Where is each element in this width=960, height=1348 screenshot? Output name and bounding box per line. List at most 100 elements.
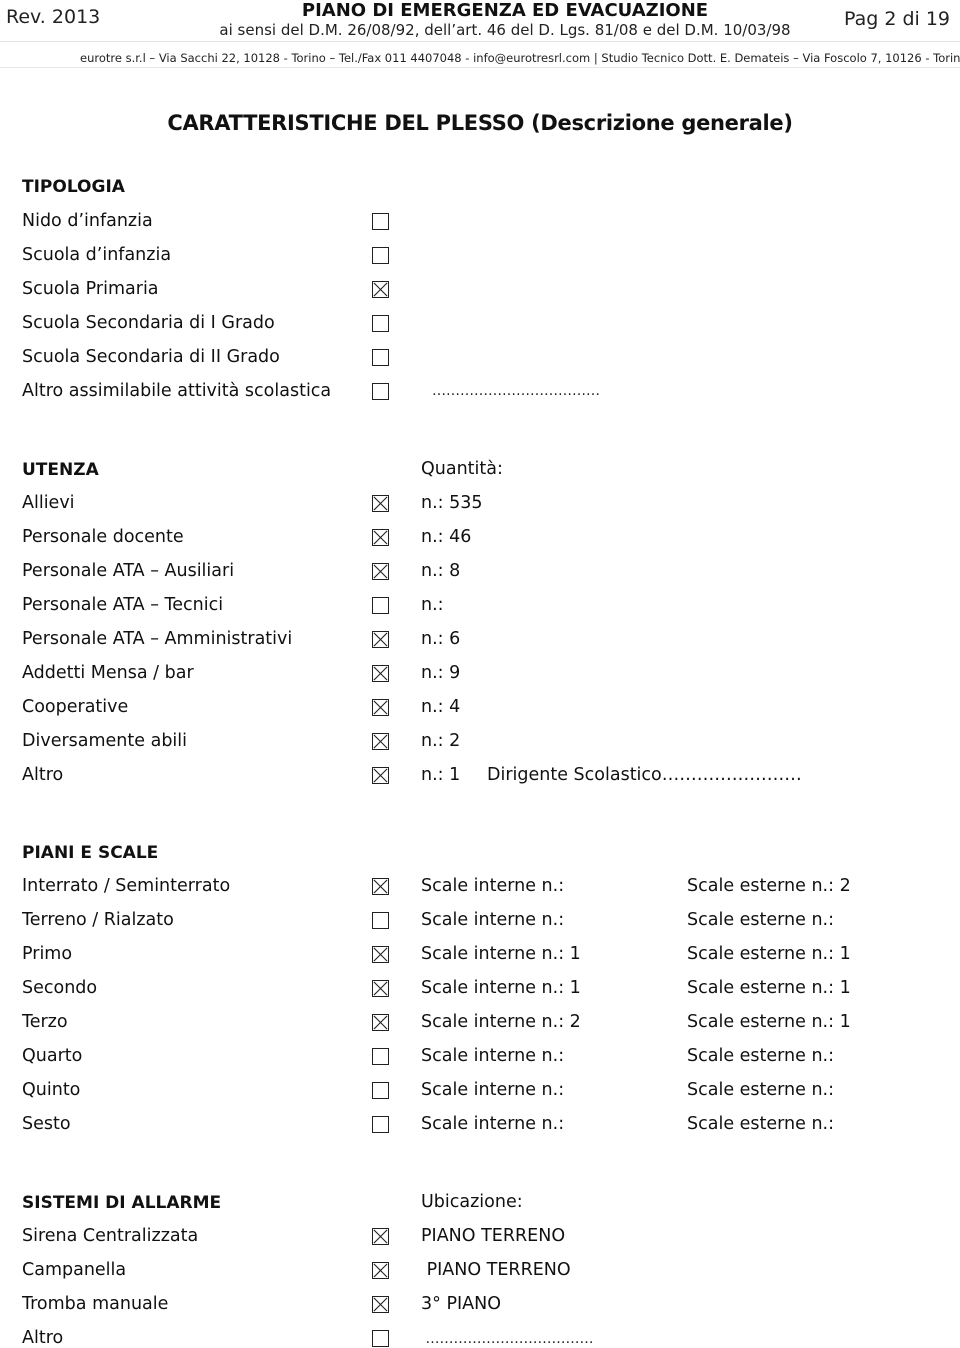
scale-esterne-field[interactable]: Scale esterne n.: [687,1046,834,1066]
tipologia-checkbox[interactable] [372,349,389,366]
scale-esterne-field[interactable]: Scale esterne n.: 1 [687,978,851,998]
utenza-checkbox[interactable] [372,631,389,648]
page-title: CARATTERISTICHE DEL PLESSO (Descrizione … [167,111,793,135]
piano-checkbox[interactable] [372,1082,389,1099]
allarme-checkbox[interactable] [372,1228,389,1245]
tipologia-label: Scuola Secondaria di II Grado [22,347,280,367]
utenza-label: Personale ATA – Tecnici [22,595,224,615]
allarme-label: Altro [22,1328,64,1348]
scale-interne-field[interactable]: Scale interne n.: [421,910,564,930]
header-divider [0,41,960,42]
allarme-location[interactable]: PIANO TERRENO [421,1226,565,1246]
scale-esterne-field[interactable]: Scale esterne n.: [687,1080,834,1100]
allarme-checkbox[interactable] [372,1296,389,1313]
check-cross-icon [373,282,388,297]
utenza-quantity[interactable]: n.: 1 [421,765,460,785]
tipologia-label: Scuola Secondaria di I Grado [22,313,275,333]
scale-esterne-field[interactable]: Scale esterne n.: 2 [687,876,851,896]
utenza-note[interactable]: Dirigente Scolastico…………………… [487,765,802,785]
check-cross-icon [373,1015,388,1030]
allarme-location[interactable]: 3° PIANO [421,1294,501,1314]
check-cross-icon [373,564,388,579]
utenza-quantity[interactable]: n.: 2 [421,731,460,751]
utenza-checkbox[interactable] [372,563,389,580]
allarme-checkbox[interactable] [372,1262,389,1279]
allarme-label: Tromba manuale [22,1294,169,1314]
scale-esterne-field[interactable]: Scale esterne n.: 1 [687,1012,851,1032]
utenza-checkbox[interactable] [372,665,389,682]
section-title-allarme: SISTEMI DI ALLARME [22,1193,222,1213]
utenza-checkbox[interactable] [372,597,389,614]
document-header-subtitle: ai sensi del D.M. 26/08/92, dell’art. 46… [219,21,791,39]
utenza-label: Cooperative [22,697,129,717]
scale-esterne-field[interactable]: Scale esterne n.: [687,910,834,930]
check-cross-icon [373,1229,388,1244]
utenza-quantity[interactable]: n.: 6 [421,629,460,649]
check-cross-icon [373,632,388,647]
piano-checkbox[interactable] [372,1014,389,1031]
allarme-label: Sirena Centralizzata [22,1226,199,1246]
tipologia-note-field[interactable]: ……………………………… [432,383,600,399]
utenza-quantity[interactable]: n.: 535 [421,493,483,513]
utenza-checkbox[interactable] [372,699,389,716]
scale-interne-field[interactable]: Scale interne n.: [421,1080,564,1100]
piano-label: Primo [22,944,73,964]
scale-interne-field[interactable]: Scale interne n.: [421,1046,564,1066]
contact-info: eurotre s.r.l – Via Sacchi 22, 10128 - T… [80,51,960,65]
tipologia-checkbox[interactable] [372,247,389,264]
utenza-checkbox[interactable] [372,767,389,784]
scale-interne-field[interactable]: Scale interne n.: 1 [421,978,581,998]
tipologia-checkbox[interactable] [372,213,389,230]
piano-checkbox[interactable] [372,1116,389,1133]
check-cross-icon [373,1297,388,1312]
utenza-checkbox[interactable] [372,495,389,512]
tipologia-checkbox[interactable] [372,383,389,400]
allarme-location[interactable]: ……………………………… [421,1331,593,1347]
piano-label: Terreno / Rialzato [22,910,174,930]
page-number: Pag 2 di 19 [843,8,950,30]
utenza-label: Diversamente abili [22,731,188,751]
check-cross-icon [373,496,388,511]
utenza-quantity[interactable]: n.: 46 [421,527,471,547]
scale-esterne-field[interactable]: Scale esterne n.: [687,1114,834,1134]
tipologia-label: Scuola d’infanzia [22,245,172,265]
scale-esterne-field[interactable]: Scale esterne n.: 1 [687,944,851,964]
piano-checkbox[interactable] [372,946,389,963]
check-cross-icon [373,700,388,715]
quantity-column-label: Quantità: [421,459,503,479]
utenza-quantity[interactable]: n.: [421,595,444,615]
piano-checkbox[interactable] [372,912,389,929]
piano-label: Interrato / Seminterrato [22,876,231,896]
piano-label: Terzo [22,1012,68,1032]
allarme-label: Campanella [22,1260,127,1280]
scale-interne-field[interactable]: Scale interne n.: 2 [421,1012,581,1032]
check-cross-icon [373,666,388,681]
tipologia-checkbox[interactable] [372,281,389,298]
tipologia-label: Altro assimilabile attività scolastica [22,381,332,401]
utenza-quantity[interactable]: n.: 4 [421,697,460,717]
scale-interne-field[interactable]: Scale interne n.: [421,1114,564,1134]
scale-interne-field[interactable]: Scale interne n.: [421,876,564,896]
document-header-title: PIANO DI EMERGENZA ED EVACUAZIONE [301,0,709,21]
piano-label: Quinto [22,1080,81,1100]
piano-checkbox[interactable] [372,878,389,895]
allarme-location[interactable]: PIANO TERRENO [421,1260,571,1280]
utenza-checkbox[interactable] [372,733,389,750]
piano-checkbox[interactable] [372,980,389,997]
utenza-label: Addetti Mensa / bar [22,663,194,683]
piano-label: Quarto [22,1046,83,1066]
utenza-checkbox[interactable] [372,529,389,546]
tipologia-label: Nido d’infanzia [22,211,153,231]
tipologia-checkbox[interactable] [372,315,389,332]
allarme-checkbox[interactable] [372,1330,389,1347]
check-cross-icon [373,530,388,545]
piano-checkbox[interactable] [372,1048,389,1065]
scale-interne-field[interactable]: Scale interne n.: 1 [421,944,581,964]
utenza-quantity[interactable]: n.: 9 [421,663,460,683]
utenza-label: Allievi [22,493,75,513]
check-cross-icon [373,1263,388,1278]
piano-label: Secondo [22,978,98,998]
tipologia-label: Scuola Primaria [22,279,159,299]
utenza-label: Personale ATA – Ausiliari [22,561,235,581]
utenza-quantity[interactable]: n.: 8 [421,561,460,581]
